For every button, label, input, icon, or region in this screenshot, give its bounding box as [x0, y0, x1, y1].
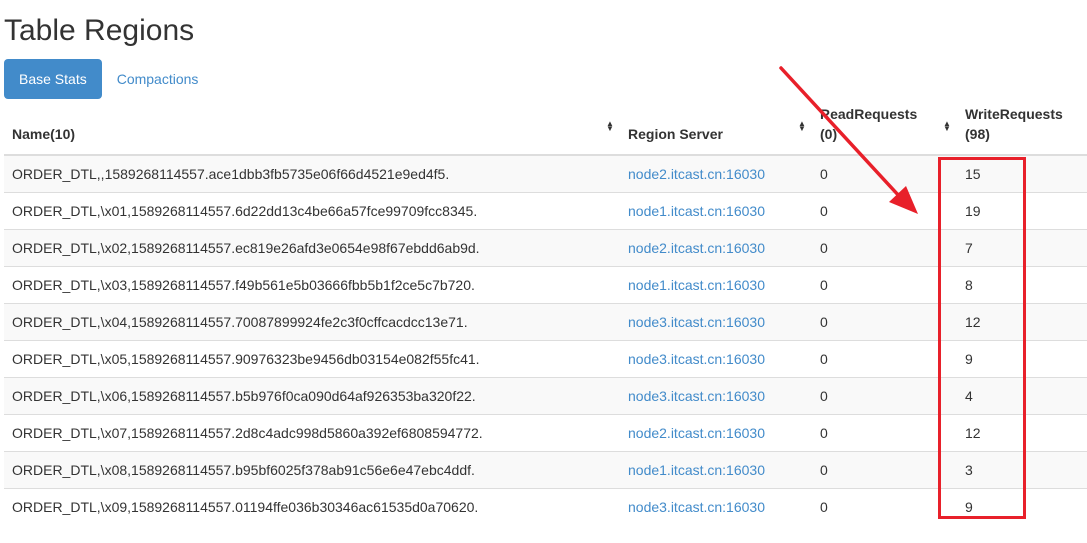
read-requests-cell: 0 [812, 228, 957, 266]
region-server-cell: node3.itcast.cn:16030 [620, 376, 812, 414]
read-requests-cell: 0 [812, 413, 957, 451]
region-name-cell: ORDER_DTL,\x04,1589268114557.70087899924… [4, 302, 620, 340]
tab-compactions[interactable]: Compactions [102, 59, 214, 99]
table-row: ORDER_DTL,\x05,1589268114557.90976323be9… [4, 339, 1087, 377]
column-header-read-requests[interactable]: ReadRequests (0) ▲ ▼ [812, 100, 957, 156]
region-server-cell: node3.itcast.cn:16030 [620, 339, 812, 377]
regions-table-body: ORDER_DTL,,1589268114557.ace1dbb3fb5735e… [4, 154, 1087, 525]
write-requests-cell: 8 [957, 265, 1087, 303]
column-header-name[interactable]: Name(10) ▲ ▼ [4, 100, 620, 156]
read-requests-cell: 0 [812, 450, 957, 488]
region-server-link[interactable]: node1.itcast.cn:16030 [628, 462, 765, 478]
region-name-cell: ORDER_DTL,,1589268114557.ace1dbb3fb5735e… [4, 154, 620, 192]
region-name-cell: ORDER_DTL,\x06,1589268114557.b5b976f0ca0… [4, 376, 620, 414]
region-server-cell: node2.itcast.cn:16030 [620, 413, 812, 451]
write-requests-cell: 12 [957, 302, 1087, 340]
column-header-label: Region Server [628, 126, 723, 142]
write-requests-cell: 19 [957, 191, 1087, 229]
write-requests-cell: 15 [957, 154, 1087, 192]
read-requests-cell: 0 [812, 302, 957, 340]
read-requests-cell: 0 [812, 265, 957, 303]
stats-tabs: Base Stats Compactions [4, 59, 213, 99]
page-title: Table Regions [4, 14, 195, 47]
table-row: ORDER_DTL,\x02,1589268114557.ec819e26afd… [4, 228, 1087, 266]
table-row: ORDER_DTL,\x01,1589268114557.6d22dd13c4b… [4, 191, 1087, 229]
column-header-label: Name(10) [12, 126, 76, 142]
region-server-cell: node1.itcast.cn:16030 [620, 265, 812, 303]
region-name-cell: ORDER_DTL,\x09,1589268114557.01194ffe036… [4, 487, 620, 525]
region-server-cell: node3.itcast.cn:16030 [620, 302, 812, 340]
write-requests-cell: 4 [957, 376, 1087, 414]
table-row: ORDER_DTL,\x04,1589268114557.70087899924… [4, 302, 1087, 340]
region-name-cell: ORDER_DTL,\x02,1589268114557.ec819e26afd… [4, 228, 620, 266]
region-server-link[interactable]: node3.itcast.cn:16030 [628, 314, 765, 330]
read-requests-cell: 0 [812, 376, 957, 414]
write-requests-cell: 3 [957, 450, 1087, 488]
region-server-cell: node1.itcast.cn:16030 [620, 450, 812, 488]
write-requests-cell: 7 [957, 228, 1087, 266]
table-row: ORDER_DTL,,1589268114557.ace1dbb3fb5735e… [4, 154, 1087, 192]
regions-table: Name(10) ▲ ▼ Region Server ▲ ▼ ReadRequest… [4, 100, 1087, 525]
region-server-link[interactable]: node3.itcast.cn:16030 [628, 388, 765, 404]
region-name-cell: ORDER_DTL,\x08,1589268114557.b95bf6025f3… [4, 450, 620, 488]
region-name-cell: ORDER_DTL,\x07,1589268114557.2d8c4adc998… [4, 413, 620, 451]
table-row: ORDER_DTL,\x07,1589268114557.2d8c4adc998… [4, 413, 1087, 451]
read-requests-cell: 0 [812, 339, 957, 377]
region-server-cell: node2.itcast.cn:16030 [620, 228, 812, 266]
region-server-cell: node1.itcast.cn:16030 [620, 191, 812, 229]
sort-both-icon[interactable]: ▲ ▼ [943, 120, 951, 133]
table-row: ORDER_DTL,\x08,1589268114557.b95bf6025f3… [4, 450, 1087, 488]
region-server-link[interactable]: node2.itcast.cn:16030 [628, 240, 765, 256]
tab-base-stats[interactable]: Base Stats [4, 59, 102, 99]
region-server-link[interactable]: node2.itcast.cn:16030 [628, 425, 765, 441]
column-header-write-requests[interactable]: WriteRequests (98) [957, 100, 1087, 156]
column-header-label: WriteRequests (98) [965, 106, 1063, 142]
sort-both-icon[interactable]: ▲ ▼ [606, 120, 614, 133]
region-name-cell: ORDER_DTL,\x05,1589268114557.90976323be9… [4, 339, 620, 377]
table-row: ORDER_DTL,\x06,1589268114557.b5b976f0ca0… [4, 376, 1087, 414]
region-server-link[interactable]: node1.itcast.cn:16030 [628, 277, 765, 293]
region-name-cell: ORDER_DTL,\x01,1589268114557.6d22dd13c4b… [4, 191, 620, 229]
column-header-label: ReadRequests (0) [820, 106, 918, 142]
table-header-row: Name(10) ▲ ▼ Region Server ▲ ▼ ReadRequest… [4, 100, 1087, 156]
table-row: ORDER_DTL,\x03,1589268114557.f49b561e5b0… [4, 265, 1087, 303]
region-server-cell: node2.itcast.cn:16030 [620, 154, 812, 192]
write-requests-cell: 9 [957, 339, 1087, 377]
write-requests-cell: 9 [957, 487, 1087, 525]
column-header-region-server[interactable]: Region Server ▲ ▼ [620, 100, 812, 156]
read-requests-cell: 0 [812, 154, 957, 192]
region-server-link[interactable]: node1.itcast.cn:16030 [628, 203, 765, 219]
region-server-link[interactable]: node2.itcast.cn:16030 [628, 166, 765, 182]
region-server-link[interactable]: node3.itcast.cn:16030 [628, 351, 765, 367]
sort-both-icon[interactable]: ▲ ▼ [798, 120, 806, 133]
read-requests-cell: 0 [812, 191, 957, 229]
table-row: ORDER_DTL,\x09,1589268114557.01194ffe036… [4, 487, 1087, 525]
write-requests-cell: 12 [957, 413, 1087, 451]
region-server-link[interactable]: node3.itcast.cn:16030 [628, 499, 765, 515]
region-server-cell: node3.itcast.cn:16030 [620, 487, 812, 525]
region-name-cell: ORDER_DTL,\x03,1589268114557.f49b561e5b0… [4, 265, 620, 303]
read-requests-cell: 0 [812, 487, 957, 525]
